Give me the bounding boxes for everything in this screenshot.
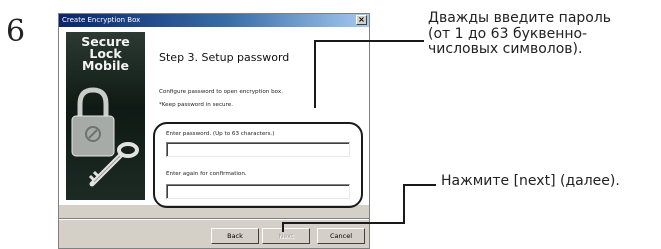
title-bar: Create Encryption Box × [59,14,369,27]
back-button[interactable]: Back [211,228,259,244]
password-callout: Дважды введите пароль (от 1 до 63 буквен… [428,10,612,58]
padlock-icon [71,87,115,157]
button-separator [59,218,369,220]
next-button[interactable]: Next [262,228,310,244]
password-input[interactable] [166,142,350,157]
password-label: Enter password. (Up to 63 characters.) [166,131,275,137]
window-title: Create Encryption Box [62,16,141,24]
encryption-box-dialog: Create Encryption Box × Secure Lock Mobi… [58,13,370,249]
callout-line: Дважды введите пароль [428,10,612,26]
brand-title: Secure Lock Mobile [66,35,145,73]
brand-line: Mobile [81,58,130,73]
confirm-password-input[interactable] [166,184,350,199]
description-text: Configure password to open encryption bo… [159,89,283,95]
cancel-button[interactable]: Cancel [317,228,365,244]
dialog-content: Secure Lock Mobile Step 3. Setup passwor… [59,27,369,208]
close-button[interactable]: × [356,15,367,25]
callout-line: числовых символов). [428,41,583,57]
security-note: *Keep password in secure. [159,102,233,108]
next-callout: Нажмите [next] (далее). [441,173,620,189]
step-number: 6 [6,14,26,49]
callout-line: (от 1 до 63 буквенно- [428,25,588,42]
step-heading: Step 3. Setup password [159,51,290,64]
brand-artwork [71,87,139,187]
brand-banner: Secure Lock Mobile [66,32,145,200]
confirm-password-label: Enter again for confirmation. [166,171,247,177]
